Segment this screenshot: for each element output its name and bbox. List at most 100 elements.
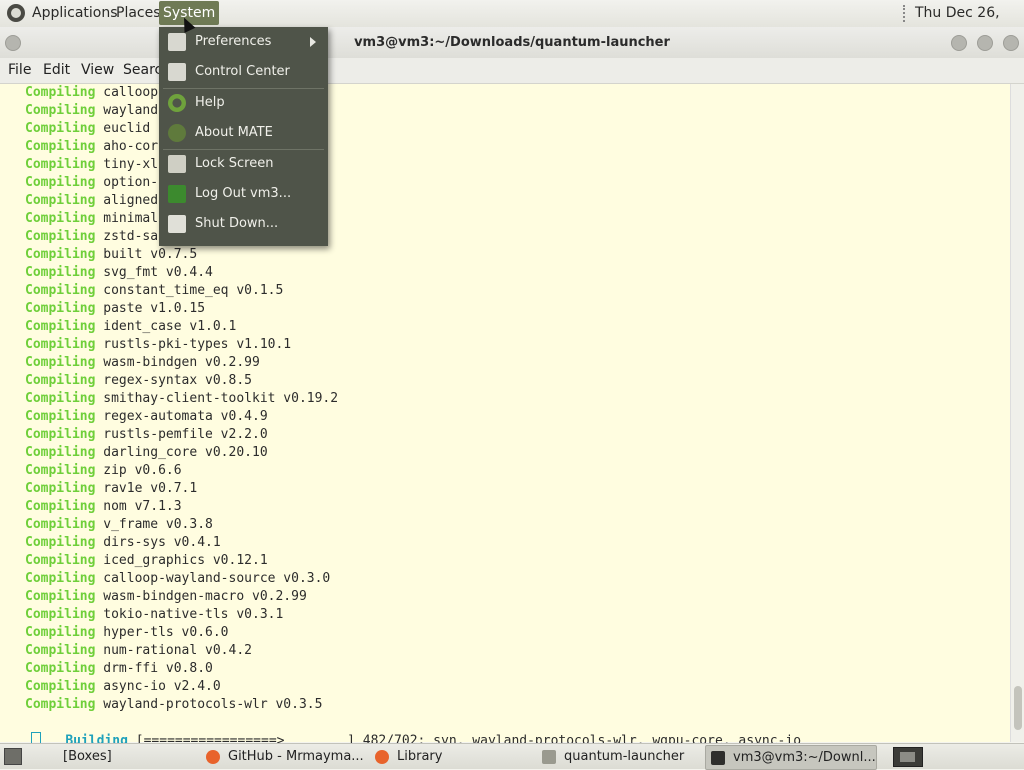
crate-name: tokio-native-tls v0.3.1 xyxy=(103,607,284,622)
compiling-keyword: Compiling xyxy=(25,193,96,208)
task-label: quantum-launcher xyxy=(564,749,685,764)
terminal-line: Compiling zstd-sa xyxy=(25,228,158,246)
terminal-line: Compiling darling_core v0.20.10 xyxy=(25,444,268,462)
compiling-keyword: Compiling xyxy=(25,481,96,496)
window-menu-icon[interactable] xyxy=(5,35,21,51)
menu-item-log-out[interactable]: Log Out vm3... xyxy=(159,179,328,209)
crate-name: nom v7.1.3 xyxy=(103,499,182,514)
maximize-icon[interactable] xyxy=(977,35,993,51)
menu-item-label: Help xyxy=(195,95,225,110)
menu-item-label: Lock Screen xyxy=(195,156,274,171)
compiling-keyword: Compiling xyxy=(25,499,96,514)
view-menu[interactable]: View xyxy=(81,58,114,83)
crate-name: drm-ffi v0.8.0 xyxy=(103,661,213,676)
lock-screen-icon xyxy=(168,155,186,173)
mate-logo-icon[interactable] xyxy=(7,4,25,22)
crate-name: async-io v2.4.0 xyxy=(103,679,221,694)
crate-name: rav1e v0.7.1 xyxy=(103,481,198,496)
compiling-keyword: Compiling xyxy=(25,427,96,442)
scrollbar-thumb[interactable] xyxy=(1014,686,1022,730)
applications-menu[interactable]: Applications xyxy=(28,0,122,27)
edit-menu[interactable]: Edit xyxy=(43,58,70,83)
terminal-line: Compiling wasm-bindgen v0.2.99 xyxy=(25,354,260,372)
top-panel: Applications Places System Thu Dec 26, 1… xyxy=(0,0,1024,48)
compiling-keyword: Compiling xyxy=(25,517,96,532)
mate-logo-icon xyxy=(168,124,186,142)
compiling-keyword: Compiling xyxy=(25,211,96,226)
terminal-scrollbar[interactable] xyxy=(1010,84,1024,742)
compiling-keyword: Compiling xyxy=(25,265,96,280)
task-terminal[interactable]: vm3@vm3:~/Downl... xyxy=(705,745,877,770)
compiling-keyword: Compiling xyxy=(25,697,96,712)
menu-item-shut-down[interactable]: Shut Down... xyxy=(159,209,328,239)
compiling-keyword: Compiling xyxy=(25,463,96,478)
minimize-icon[interactable] xyxy=(951,35,967,51)
compiling-keyword: Compiling xyxy=(25,229,96,244)
task-library[interactable]: Library xyxy=(370,745,530,768)
compiling-keyword: Compiling xyxy=(25,643,96,658)
crate-name: constant_time_eq v0.1.5 xyxy=(103,283,284,298)
terminal-icon xyxy=(711,750,725,765)
task-github[interactable]: GitHub - Mrmayma... xyxy=(201,745,366,768)
close-icon[interactable] xyxy=(1003,35,1019,51)
compiling-keyword: Compiling xyxy=(25,337,96,352)
terminal-line: Compiling regex-syntax v0.8.5 xyxy=(25,372,252,390)
build-progress-line: Building [=================> ] 482/702: … xyxy=(0,714,801,750)
workspace-switcher[interactable] xyxy=(893,747,923,767)
compiling-keyword: Compiling xyxy=(25,355,96,370)
places-menu[interactable]: Places xyxy=(112,0,165,27)
compiling-keyword: Compiling xyxy=(25,679,96,694)
compiling-keyword: Compiling xyxy=(25,445,96,460)
compiling-keyword: Compiling xyxy=(25,373,96,388)
menu-item-help[interactable]: Help xyxy=(159,88,328,118)
crate-name: ident_case v1.0.1 xyxy=(103,319,237,334)
file-menu[interactable]: File xyxy=(8,58,31,83)
menu-item-about-mate[interactable]: About MATE xyxy=(159,118,328,148)
terminal-line: Compiling nom v7.1.3 xyxy=(25,498,182,516)
shut-down-icon xyxy=(168,215,186,233)
terminal-line: Compiling dirs-sys v0.4.1 xyxy=(25,534,221,552)
compiling-keyword: Compiling xyxy=(25,571,96,586)
compiling-keyword: Compiling xyxy=(25,157,96,172)
task-boxes[interactable]: [Boxes] xyxy=(58,745,193,768)
terminal-line: Compiling rustls-pki-types v1.10.1 xyxy=(25,336,291,354)
terminal-line: Compiling wasm-bindgen-macro v0.2.99 xyxy=(25,588,307,606)
compiling-keyword: Compiling xyxy=(25,589,96,604)
crate-name: svg_fmt v0.4.4 xyxy=(103,265,213,280)
firefox-icon xyxy=(375,749,389,764)
menu-item-label: About MATE xyxy=(195,125,273,140)
window-titlebar[interactable]: vm3@vm3:~/Downloads/quantum-launcher xyxy=(0,27,1024,58)
compiling-keyword: Compiling xyxy=(25,121,96,136)
compiling-keyword: Compiling xyxy=(25,409,96,424)
log-out-icon xyxy=(168,185,186,203)
menu-item-control-center[interactable]: Control Center xyxy=(159,57,328,87)
task-quantum-launcher[interactable]: quantum-launcher xyxy=(537,745,697,768)
window-title: vm3@vm3:~/Downloads/quantum-launcher xyxy=(354,35,670,50)
terminal-line: Compiling regex-automata v0.4.9 xyxy=(25,408,268,426)
show-desktop-icon[interactable] xyxy=(4,748,22,765)
terminal-output[interactable]: Compiling calloop Compiling wayland Compil… xyxy=(0,84,1010,750)
help-lifebuoy-icon xyxy=(168,94,186,112)
terminal-line: Compiling minimal xyxy=(25,210,158,228)
compiling-keyword: Compiling xyxy=(25,247,96,262)
terminal-line: Compiling svg_fmt v0.4.4 xyxy=(25,264,213,282)
panel-drag-handle-icon[interactable] xyxy=(903,5,910,22)
terminal-line: Compiling aho-cor xyxy=(25,138,158,156)
crate-name: option- xyxy=(103,175,159,190)
crate-name: wayland-protocols-wlr v0.3.5 xyxy=(103,697,323,712)
terminal-line: Compiling rustls-pemfile v2.2.0 xyxy=(25,426,268,444)
preferences-icon xyxy=(168,33,186,51)
crate-name: paste v1.0.15 xyxy=(103,301,206,316)
crate-name: calloop xyxy=(103,85,159,100)
crate-name: wasm-bindgen v0.2.99 xyxy=(103,355,260,370)
terminal-line: Compiling async-io v2.4.0 xyxy=(25,678,221,696)
terminal-menubar: File Edit View Search xyxy=(0,58,1024,84)
compiling-keyword: Compiling xyxy=(25,85,96,100)
crate-name: dirs-sys v0.4.1 xyxy=(103,535,221,550)
menu-item-lock-screen[interactable]: Lock Screen xyxy=(159,149,328,179)
firefox-icon xyxy=(206,749,220,764)
compiling-keyword: Compiling xyxy=(25,661,96,676)
terminal-line: Compiling tiny-xl xyxy=(25,156,158,174)
compiling-keyword: Compiling xyxy=(25,607,96,622)
menu-item-label: Log Out vm3... xyxy=(195,186,292,201)
